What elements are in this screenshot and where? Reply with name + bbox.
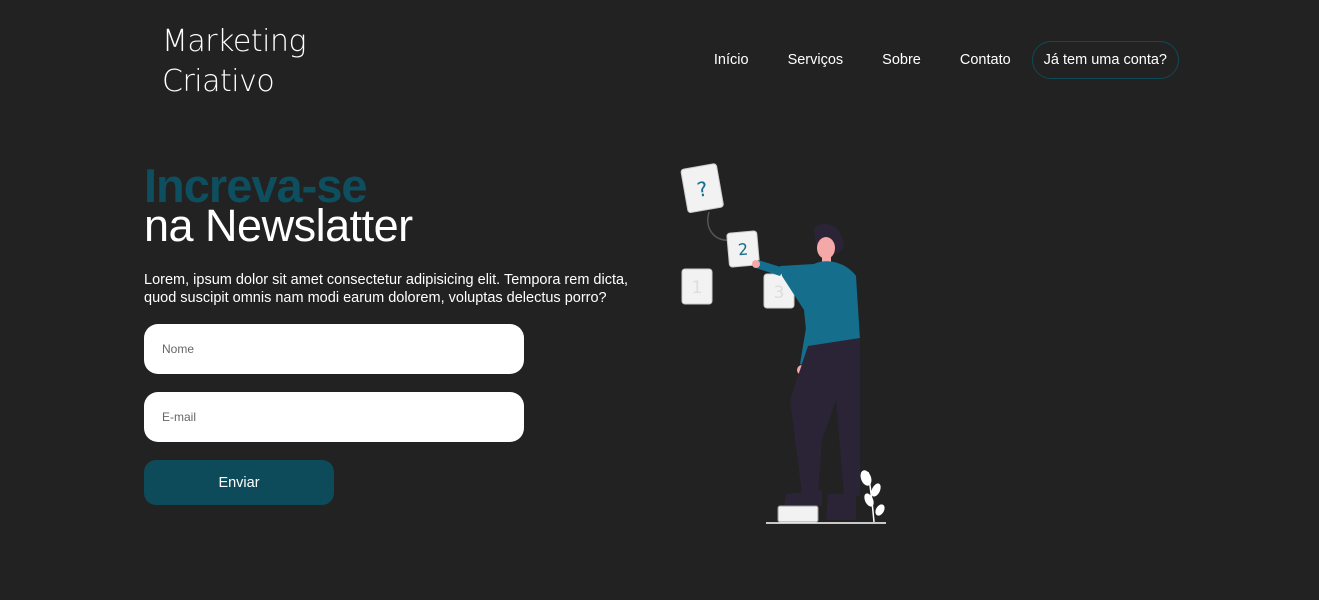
nav-link-servicos[interactable]: Serviços: [788, 52, 844, 68]
card-3-label: 3: [774, 283, 785, 303]
plant-decoration: [860, 470, 885, 523]
main-nav: Início Serviços Sobre Contato Já tem uma…: [714, 41, 1179, 79]
logo[interactable]: Marketing Criativo: [162, 22, 306, 102]
headline-main: na Newslatter: [144, 200, 413, 251]
nav-link-sobre[interactable]: Sobre: [882, 52, 921, 68]
newsletter-illustration: ? 2 1 3: [680, 163, 886, 524]
login-button[interactable]: Já tem uma conta?: [1031, 41, 1179, 79]
logo-line-1: Marketing: [162, 24, 306, 59]
name-field[interactable]: [144, 324, 524, 374]
question-card: ?: [680, 163, 724, 213]
card-1-label: 1: [692, 278, 703, 298]
nav-link-contato[interactable]: Contato: [960, 52, 1011, 68]
card-2-label: 2: [737, 240, 749, 260]
email-field[interactable]: [144, 392, 524, 442]
nav-link-inicio[interactable]: Início: [714, 52, 749, 68]
lead-text: Lorem, ipsum dolor sit amet consectetur …: [144, 272, 629, 306]
small-box: [777, 505, 819, 523]
card-1: 1: [681, 268, 713, 305]
submit-button[interactable]: Enviar: [144, 460, 334, 505]
person-figure: [752, 224, 860, 520]
logo-line-2: Criativo: [162, 64, 275, 99]
